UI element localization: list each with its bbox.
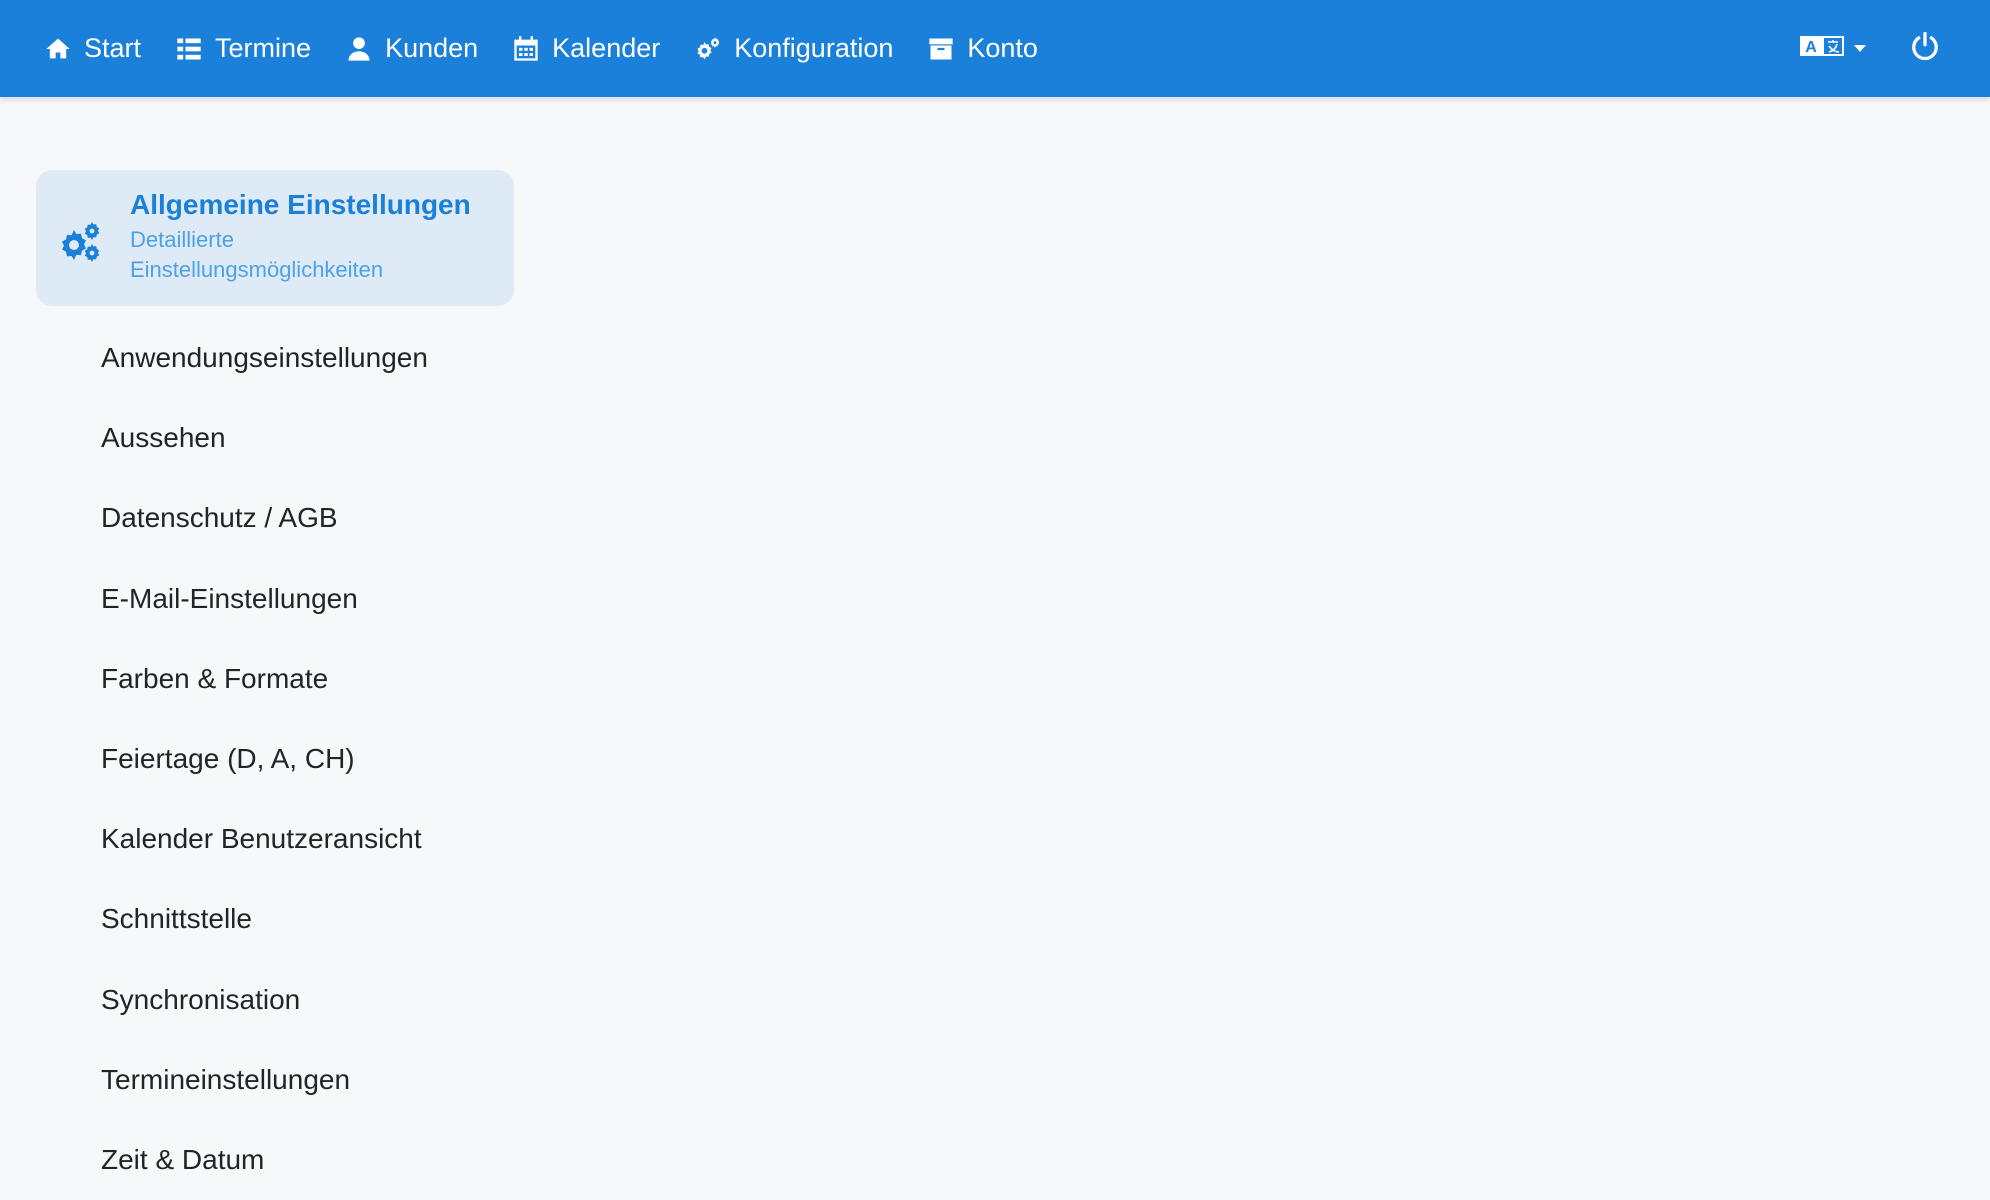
menu-item-datenschutz[interactable]: Datenschutz / AGB — [36, 478, 514, 558]
calendar-icon — [512, 35, 540, 63]
list-icon — [175, 35, 203, 63]
menu-item-synchronisation[interactable]: Synchronisation — [36, 960, 514, 1040]
nav-start-label: Start — [84, 33, 142, 63]
menu-item-anwendungseinstellungen[interactable]: Anwendungseinstellungen — [36, 318, 514, 398]
menu-item-zeit-datum[interactable]: Zeit & Datum — [36, 1120, 514, 1200]
menu-item-farben-formate[interactable]: Farben & Formate — [36, 639, 514, 719]
language-icon: A — [1800, 34, 1844, 63]
svg-text:A: A — [1805, 39, 1817, 56]
archive-icon — [927, 35, 955, 63]
nav-kunden-label: Kunden — [385, 33, 479, 63]
menu-item-kalender-benutzeransicht[interactable]: Kalender Benutzeransicht — [36, 799, 514, 879]
nav-konfiguration-label: Konfiguration — [734, 33, 894, 63]
nav-kalender[interactable]: Kalender — [512, 0, 660, 97]
menu-item-termineinstellungen[interactable]: Termineinstellungen — [36, 1040, 514, 1120]
nav-termine-label: Termine — [215, 33, 312, 63]
nav-kalender-label: Kalender — [552, 33, 661, 63]
menu-item-aussehen[interactable]: Aussehen — [36, 398, 514, 478]
language-dropdown[interactable]: A — [1800, 34, 1866, 63]
active-category-card[interactable]: Allgemeine Einstellungen Detaillierte Ei… — [36, 170, 514, 306]
power-icon — [1910, 31, 1940, 65]
logout-button[interactable] — [1910, 31, 1940, 66]
top-navbar: Start Termine Kunden Kalender Konfigurat… — [0, 0, 1990, 97]
gears-icon — [694, 35, 722, 63]
gears-icon — [56, 218, 104, 266]
active-category-text: Allgemeine Einstellungen Detaillierte Ei… — [130, 188, 471, 285]
chevron-down-icon — [1854, 45, 1866, 52]
menu-item-email-einstellungen[interactable]: E-Mail-Einstellungen — [36, 559, 514, 639]
home-icon — [44, 35, 72, 63]
nav-kunden[interactable]: Kunden — [345, 0, 478, 97]
settings-sidebar: Allgemeine Einstellungen Detaillierte Ei… — [36, 170, 514, 1200]
nav-konto-label: Konto — [967, 33, 1038, 63]
settings-menu: Anwendungseinstellungen Aussehen Datensc… — [36, 318, 514, 1200]
nav-start[interactable]: Start — [44, 0, 141, 97]
navbar-actions: A — [1800, 0, 1990, 97]
user-icon — [345, 35, 373, 63]
active-category-title: Allgemeine Einstellungen — [130, 189, 471, 220]
main-menu: Start Termine Kunden Kalender Konfigurat… — [0, 0, 1072, 97]
menu-item-schnittstelle[interactable]: Schnittstelle — [36, 879, 514, 959]
active-category-subtitle: Detaillierte Einstellungsmöglichkeiten — [130, 227, 384, 282]
nav-termine[interactable]: Termine — [175, 0, 311, 97]
nav-konfiguration[interactable]: Konfiguration — [694, 0, 893, 97]
nav-konto[interactable]: Konto — [927, 0, 1038, 97]
menu-item-feiertage[interactable]: Feiertage (D, A, CH) — [36, 719, 514, 799]
